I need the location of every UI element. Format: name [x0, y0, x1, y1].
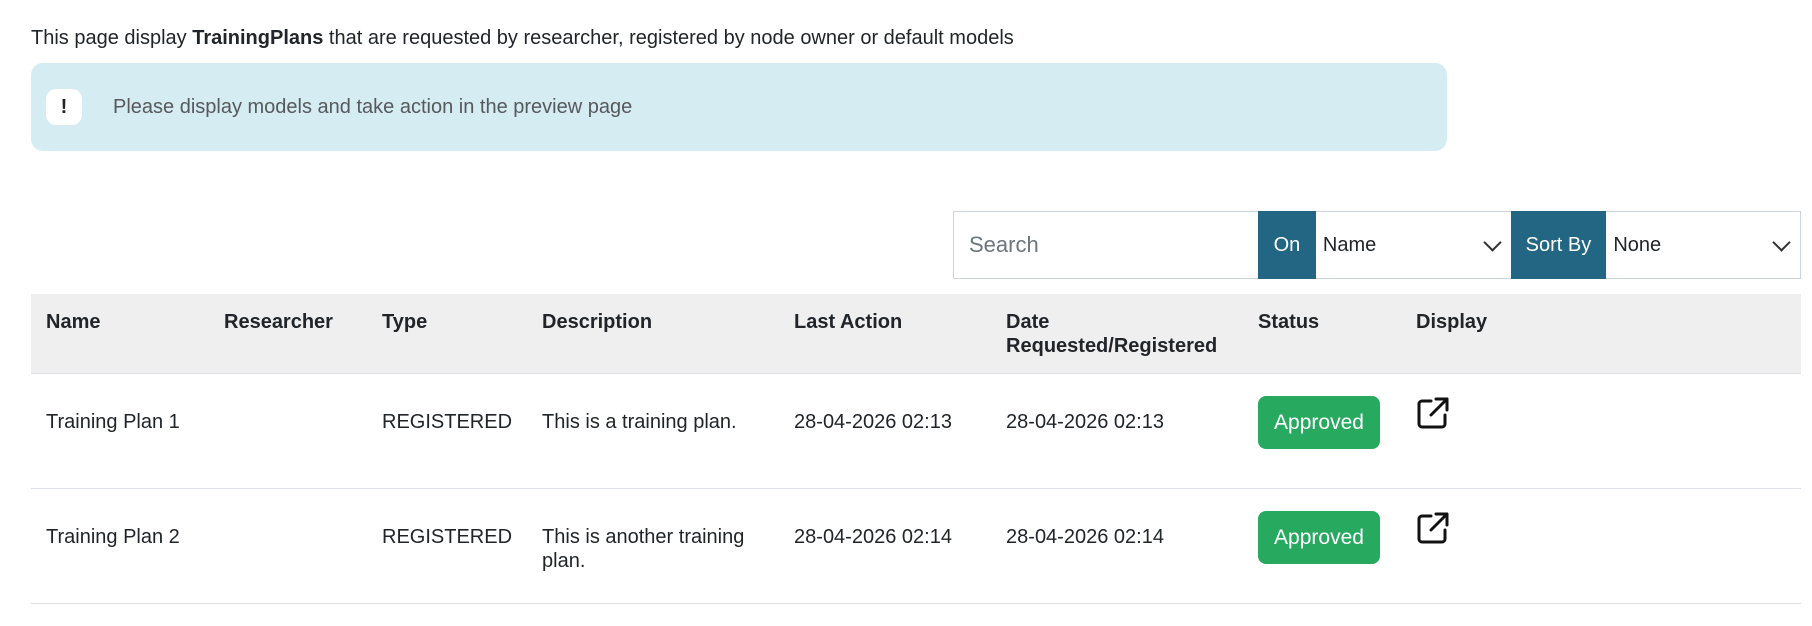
- table-row: Training Plan 2 REGISTERED This is anoth…: [31, 488, 1801, 604]
- cell-date: 28-04-2026 02:14: [991, 488, 1244, 604]
- cell-name: Training Plan 2: [31, 488, 209, 604]
- info-alert: ! Please display models and take action …: [31, 63, 1447, 151]
- intro-prefix: This page display: [31, 27, 193, 49]
- header-date[interactable]: Date Requested/Registered: [991, 294, 1244, 374]
- external-link-icon[interactable]: [1416, 396, 1450, 430]
- sort-by-value: None: [1613, 233, 1662, 256]
- intro-suffix: that are requested by researcher, regist…: [323, 27, 1014, 49]
- cell-date: 28-04-2026 02:13: [991, 373, 1244, 489]
- external-link-icon[interactable]: [1416, 511, 1450, 545]
- cell-last-action: 28-04-2026 02:13: [779, 373, 992, 489]
- search-field-value: Name: [1322, 233, 1377, 256]
- cell-researcher: [209, 488, 367, 604]
- search-field-select[interactable]: Name: [1315, 211, 1511, 279]
- cell-type: REGISTERED: [367, 373, 528, 489]
- cell-display: [1401, 488, 1801, 604]
- on-label: On: [1258, 211, 1316, 279]
- exclamation-icon: !: [46, 89, 82, 125]
- cell-name: Training Plan 1: [31, 373, 209, 489]
- cell-last-action: 28-04-2026 02:14: [779, 488, 992, 604]
- cell-status: Approved: [1243, 488, 1402, 604]
- training-plans-table: Name Researcher Type Description Last Ac…: [31, 294, 1801, 604]
- cell-description: This is a training plan.: [527, 373, 780, 489]
- cell-researcher: [209, 373, 367, 489]
- status-badge: Approved: [1258, 510, 1380, 564]
- header-last-action[interactable]: Last Action: [779, 294, 992, 374]
- chevron-down-icon: [1772, 232, 1791, 252]
- header-type[interactable]: Type: [367, 294, 528, 374]
- intro-bold: TrainingPlans: [192, 27, 324, 49]
- header-date-line2: Requested/Registered: [1006, 335, 1218, 357]
- status-badge: Approved: [1258, 395, 1380, 449]
- table-row: Training Plan 1 REGISTERED This is a tra…: [31, 373, 1801, 489]
- header-status[interactable]: Status: [1243, 294, 1402, 374]
- cell-status: Approved: [1243, 373, 1402, 489]
- filter-toolbar: On Name Sort By None: [953, 211, 1801, 279]
- header-description[interactable]: Description: [527, 294, 780, 374]
- header-researcher[interactable]: Researcher: [209, 294, 367, 374]
- page-description: This page display TrainingPlans that are…: [31, 24, 1014, 52]
- header-display[interactable]: Display: [1401, 294, 1801, 374]
- table-header-row: Name Researcher Type Description Last Ac…: [31, 294, 1801, 374]
- cell-description: This is another training plan.: [527, 488, 780, 604]
- alert-message: Please display models and take action in…: [113, 96, 633, 118]
- cell-type: REGISTERED: [367, 488, 528, 604]
- header-date-line1: Date: [1006, 311, 1050, 333]
- cell-display: [1401, 373, 1801, 489]
- sort-by-select[interactable]: None: [1606, 211, 1801, 279]
- search-input[interactable]: [953, 211, 1258, 279]
- header-name[interactable]: Name: [31, 294, 209, 374]
- sort-by-label: Sort By: [1510, 211, 1607, 279]
- chevron-down-icon: [1482, 232, 1502, 252]
